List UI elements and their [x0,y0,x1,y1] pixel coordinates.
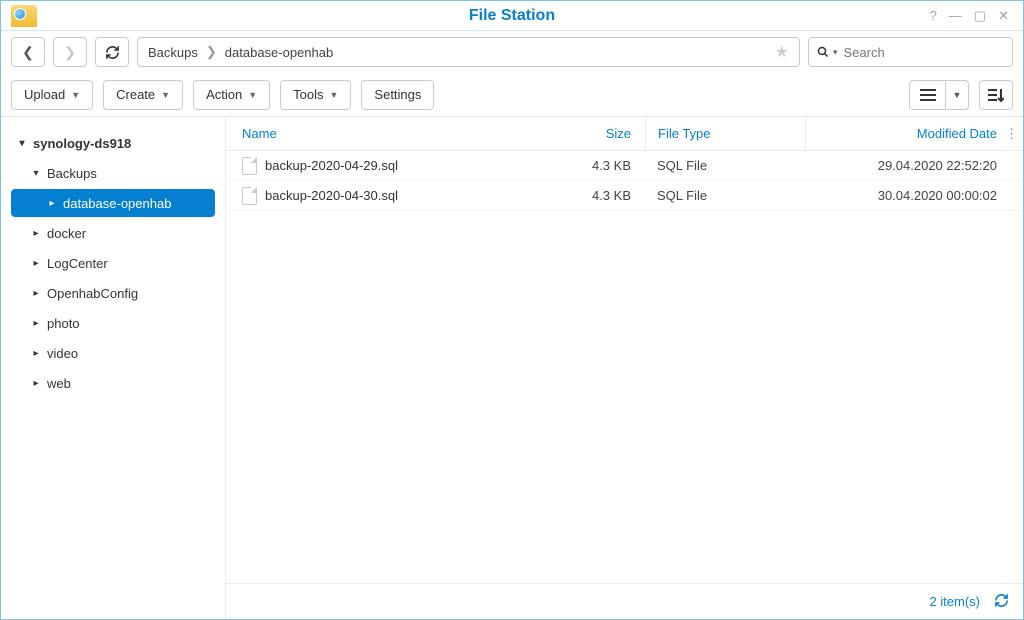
tree-folder-photo[interactable]: ▸ photo [11,309,215,337]
help-icon[interactable]: ? [930,8,937,24]
list-icon [920,89,936,101]
tree-folder-label: photo [47,316,80,331]
expand-collapse-icon[interactable]: ▾ [29,168,43,179]
file-modified: 30.04.2020 00:00:02 [805,188,1005,203]
search-dropdown-icon[interactable]: ▾ [833,47,838,58]
refresh-button[interactable] [95,37,129,67]
view-dropdown-button[interactable]: ▼ [945,80,969,110]
file-grid: backup-2020-04-29.sql 4.3 KB SQL File 29… [226,151,1023,583]
table-row[interactable]: backup-2020-04-29.sql 4.3 KB SQL File 29… [226,151,1023,181]
sort-icon [988,88,1004,102]
sort-button[interactable] [979,80,1013,110]
tree-root-label: synology-ds918 [33,136,131,151]
search-input[interactable] [844,45,1004,60]
folder-tree: ▾ synology-ds918 ▾ Backups ▸ database-op… [1,117,226,619]
file-type: SQL File [645,188,805,203]
breadcrumb[interactable]: Backups ❯ database-openhab ★ [137,37,800,67]
statusbar: 2 item(s) [226,583,1023,619]
tree-folder-label: database-openhab [63,196,171,211]
expand-collapse-icon[interactable]: ▸ [45,198,59,209]
nav-toolbar: ❮ ❯ Backups ❯ database-openhab ★ ▾ [1,31,1023,73]
tree-folder-openhabconfig[interactable]: ▸ OpenhabConfig [11,279,215,307]
search-icon [817,45,829,59]
caret-down-icon: ▼ [248,90,257,100]
view-list-button[interactable] [909,80,945,110]
action-toolbar: Upload▼ Create▼ Action▼ Tools▼ Settings … [1,73,1023,117]
tree-folder-logcenter[interactable]: ▸ LogCenter [11,249,215,277]
upload-button[interactable]: Upload▼ [11,80,93,110]
expand-collapse-icon[interactable]: ▸ [29,318,43,329]
file-size: 4.3 KB [557,158,645,173]
expand-collapse-icon[interactable]: ▾ [15,138,29,149]
tree-folder-label: video [47,346,78,361]
action-button[interactable]: Action▼ [193,80,270,110]
titlebar: File Station ? — ▢ ✕ [1,1,1023,31]
refresh-icon [105,45,120,60]
column-menu-icon[interactable]: ⋮ [1005,117,1023,150]
settings-button[interactable]: Settings [361,80,434,110]
expand-collapse-icon[interactable]: ▸ [29,288,43,299]
tools-button[interactable]: Tools▼ [280,80,351,110]
breadcrumb-part[interactable]: database-openhab [225,45,333,60]
forward-button[interactable]: ❯ [53,37,87,67]
minimize-icon[interactable]: — [949,8,962,24]
tree-folder-label: OpenhabConfig [47,286,138,301]
caret-down-icon: ▼ [71,90,80,100]
file-icon [242,157,257,175]
expand-collapse-icon[interactable]: ▸ [29,228,43,239]
column-header-size[interactable]: Size [557,117,645,150]
caret-down-icon: ▼ [161,90,170,100]
file-name: backup-2020-04-29.sql [265,158,398,173]
file-pane: Name Size File Type Modified Date ⋮ back… [226,117,1023,619]
back-button[interactable]: ❮ [11,37,45,67]
status-refresh-button[interactable] [994,593,1009,611]
caret-down-icon: ▼ [330,90,339,100]
breadcrumb-part[interactable]: Backups [148,45,198,60]
tree-root[interactable]: ▾ synology-ds918 [11,129,215,157]
tree-folder-label: Backups [47,166,97,181]
window-title: File Station [1,7,1023,25]
file-modified: 29.04.2020 22:52:20 [805,158,1005,173]
file-name: backup-2020-04-30.sql [265,188,398,203]
expand-collapse-icon[interactable]: ▸ [29,258,43,269]
file-type: SQL File [645,158,805,173]
favorite-star-icon[interactable]: ★ [775,42,789,62]
tree-folder-label: docker [47,226,86,241]
column-header-name[interactable]: Name [242,117,557,150]
expand-collapse-icon[interactable]: ▸ [29,378,43,389]
maximize-icon[interactable]: ▢ [974,8,986,24]
search-box[interactable]: ▾ [808,37,1013,67]
tree-folder-web[interactable]: ▸ web [11,369,215,397]
expand-collapse-icon[interactable]: ▸ [29,348,43,359]
column-header-type[interactable]: File Type [645,117,805,150]
item-count: 2 item(s) [929,594,980,609]
tree-folder-label: web [47,376,71,391]
chevron-right-icon: ❯ [206,44,217,60]
grid-header: Name Size File Type Modified Date ⋮ [226,117,1023,151]
refresh-icon [994,593,1009,608]
tree-folder-database-openhab[interactable]: ▸ database-openhab [11,189,215,217]
app-icon [11,5,37,27]
create-button[interactable]: Create▼ [103,80,183,110]
tree-folder-label: LogCenter [47,256,108,271]
table-row[interactable]: backup-2020-04-30.sql 4.3 KB SQL File 30… [226,181,1023,211]
tree-folder-docker[interactable]: ▸ docker [11,219,215,247]
file-icon [242,187,257,205]
close-icon[interactable]: ✕ [998,8,1009,24]
tree-folder-backups[interactable]: ▾ Backups [11,159,215,187]
tree-folder-video[interactable]: ▸ video [11,339,215,367]
column-header-modified[interactable]: Modified Date [805,117,1005,150]
file-size: 4.3 KB [557,188,645,203]
